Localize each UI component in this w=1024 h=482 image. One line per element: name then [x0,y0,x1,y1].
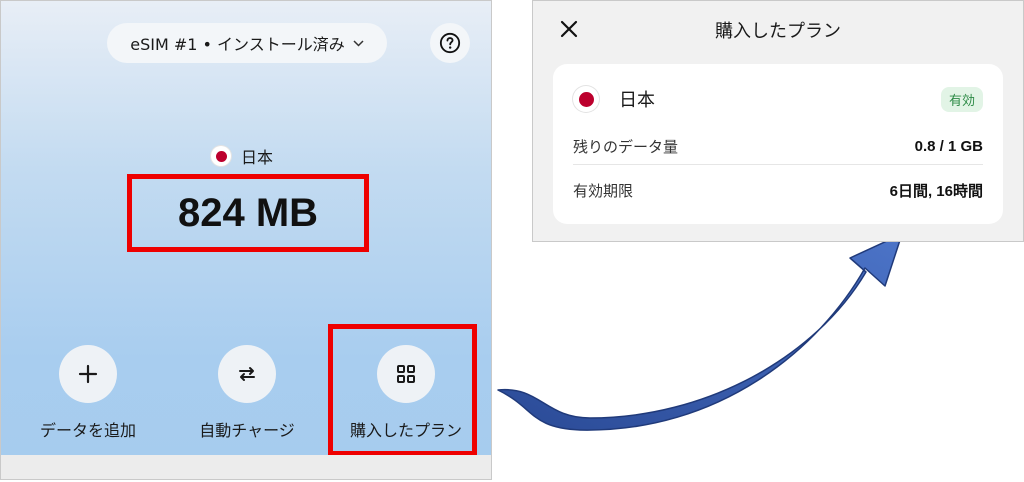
japan-flag-icon [573,86,599,112]
sheet-title: 購入したプラン [715,21,841,42]
auto-charge-label: 自動チャージ [199,421,295,440]
japan-flag-icon [211,146,231,166]
chevron-down-icon [353,36,364,50]
country-indicator: 日本 [211,144,273,168]
bottom-strip [1,455,491,479]
esim-home-screen: eSIM #1 • インストール済み 日本 824 MB データを追加 自動チャ… [0,0,492,480]
remaining-data-row: 残りのデータ量 0.8 / 1 GB [573,128,983,165]
highlight-purchased-plans [328,324,477,456]
question-circle-icon [439,32,461,54]
expiry-label: 有効期限 [573,181,634,200]
esim-selector-label: eSIM #1 • インストール済み [130,35,345,54]
auto-charge-button[interactable]: 自動チャージ [172,345,322,441]
help-button[interactable] [430,23,470,63]
plan-header: 日本 有効 [573,86,983,112]
purchased-plans-sheet: 購入したプラン 日本 有効 残りのデータ量 0.8 / 1 GB 有効期限 6日… [532,0,1024,242]
add-data-label: データを追加 [39,421,136,440]
expiry-value: 6日間, 16時間 [889,182,983,200]
plus-icon [59,345,117,403]
data-remaining: 824 MB [127,174,369,252]
swap-arrows-icon [218,345,276,403]
remaining-data-value: 0.8 / 1 GB [914,137,983,155]
status-badge: 有効 [940,86,983,112]
expiry-row: 有効期限 6日間, 16時間 [573,172,983,208]
curved-arrow-icon [497,233,903,431]
remaining-data-label: 残りのデータ量 [573,137,679,156]
esim-selector[interactable]: eSIM #1 • インストール済み [107,23,387,63]
plan-card[interactable]: 日本 有効 残りのデータ量 0.8 / 1 GB 有効期限 6日間, 16時間 [553,64,1003,224]
country-label: 日本 [241,148,274,167]
add-data-button[interactable]: データを追加 [13,345,163,441]
plan-country: 日本 [619,90,655,111]
